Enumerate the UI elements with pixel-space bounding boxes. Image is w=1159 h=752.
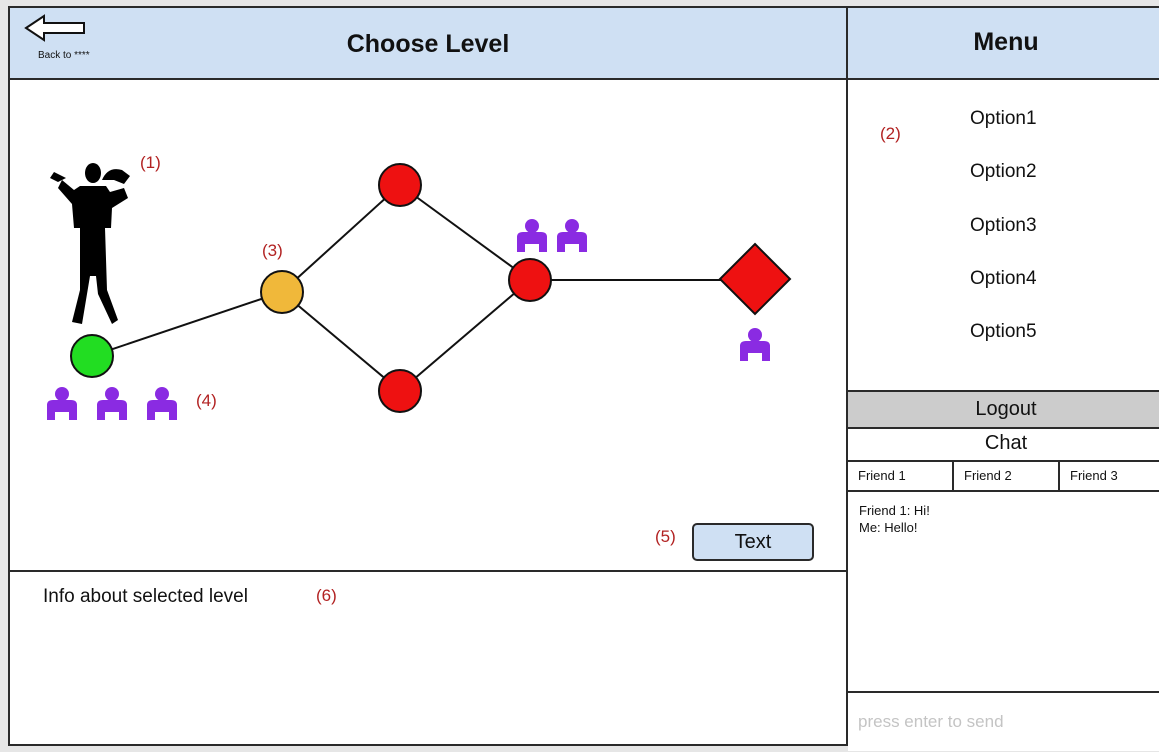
chat-log: Friend 1: Hi! Me: Hello!	[859, 502, 930, 536]
level-map-canvas: (1) (3) (4)	[47, 153, 792, 420]
level-paths	[91, 184, 755, 392]
friend-icon	[97, 387, 127, 420]
menu-option-2[interactable]: Option2	[970, 161, 1037, 183]
menu-option-3[interactable]: Option3	[970, 215, 1037, 237]
tab-friend-2[interactable]: Friend 2	[954, 462, 1060, 490]
page-title: Choose Level	[346, 30, 510, 58]
menu-header: Menu	[848, 8, 1159, 80]
tab-friend-1[interactable]: Friend 1	[848, 462, 954, 490]
chat-message: Me: Hello!	[859, 520, 918, 535]
annotation-5: (5)	[655, 527, 676, 546]
level-node-current[interactable]	[260, 270, 304, 314]
text-button[interactable]: Text	[692, 523, 814, 561]
friend-icon	[147, 387, 177, 420]
chat-title: Chat	[984, 432, 1028, 454]
chat-message: Friend 1: Hi!	[859, 503, 930, 518]
menu-option-1[interactable]: Option1	[970, 108, 1037, 130]
chat-friend-tabs: Friend 1 Friend 2 Friend 3	[848, 460, 1159, 492]
friend-icon	[517, 219, 547, 252]
side-panel: Menu (2) Option1 Option2 Option3 Option4…	[846, 6, 1159, 751]
tab-friend-3[interactable]: Friend 3	[1060, 462, 1159, 490]
friend-icon	[740, 328, 770, 361]
annotation-4: (4)	[196, 391, 217, 410]
level-map: (1) (3) (4) (5) Text	[10, 80, 846, 570]
menu-option-5[interactable]: Option5	[970, 321, 1037, 343]
level-header: Back to **** Choose Level	[10, 8, 846, 80]
level-panel: Back to **** Choose Level (1) (3) (4) (5…	[8, 6, 848, 746]
level-node-locked-junction[interactable]	[508, 258, 552, 302]
level-node-locked-bottom[interactable]	[378, 369, 422, 413]
menu-option-4[interactable]: Option4	[970, 268, 1037, 290]
annotation-1: (1)	[140, 153, 161, 172]
annotation-2: (2)	[880, 124, 901, 143]
friend-icon	[557, 219, 587, 252]
player-avatar-icon	[50, 163, 130, 324]
level-info-text: Info about selected level	[43, 586, 248, 607]
level-info-panel: Info about selected level (6)	[10, 570, 846, 752]
menu-title: Menu	[973, 28, 1039, 56]
logout-button[interactable]: Logout	[848, 390, 1159, 429]
friend-icon	[47, 387, 77, 420]
annotation-3: (3)	[262, 241, 283, 260]
annotation-6: (6)	[316, 586, 337, 605]
level-node-locked-top[interactable]	[378, 163, 422, 207]
level-node-completed[interactable]	[70, 334, 114, 378]
chat-input[interactable]	[848, 691, 1159, 751]
boss-level-node[interactable]	[718, 242, 792, 316]
